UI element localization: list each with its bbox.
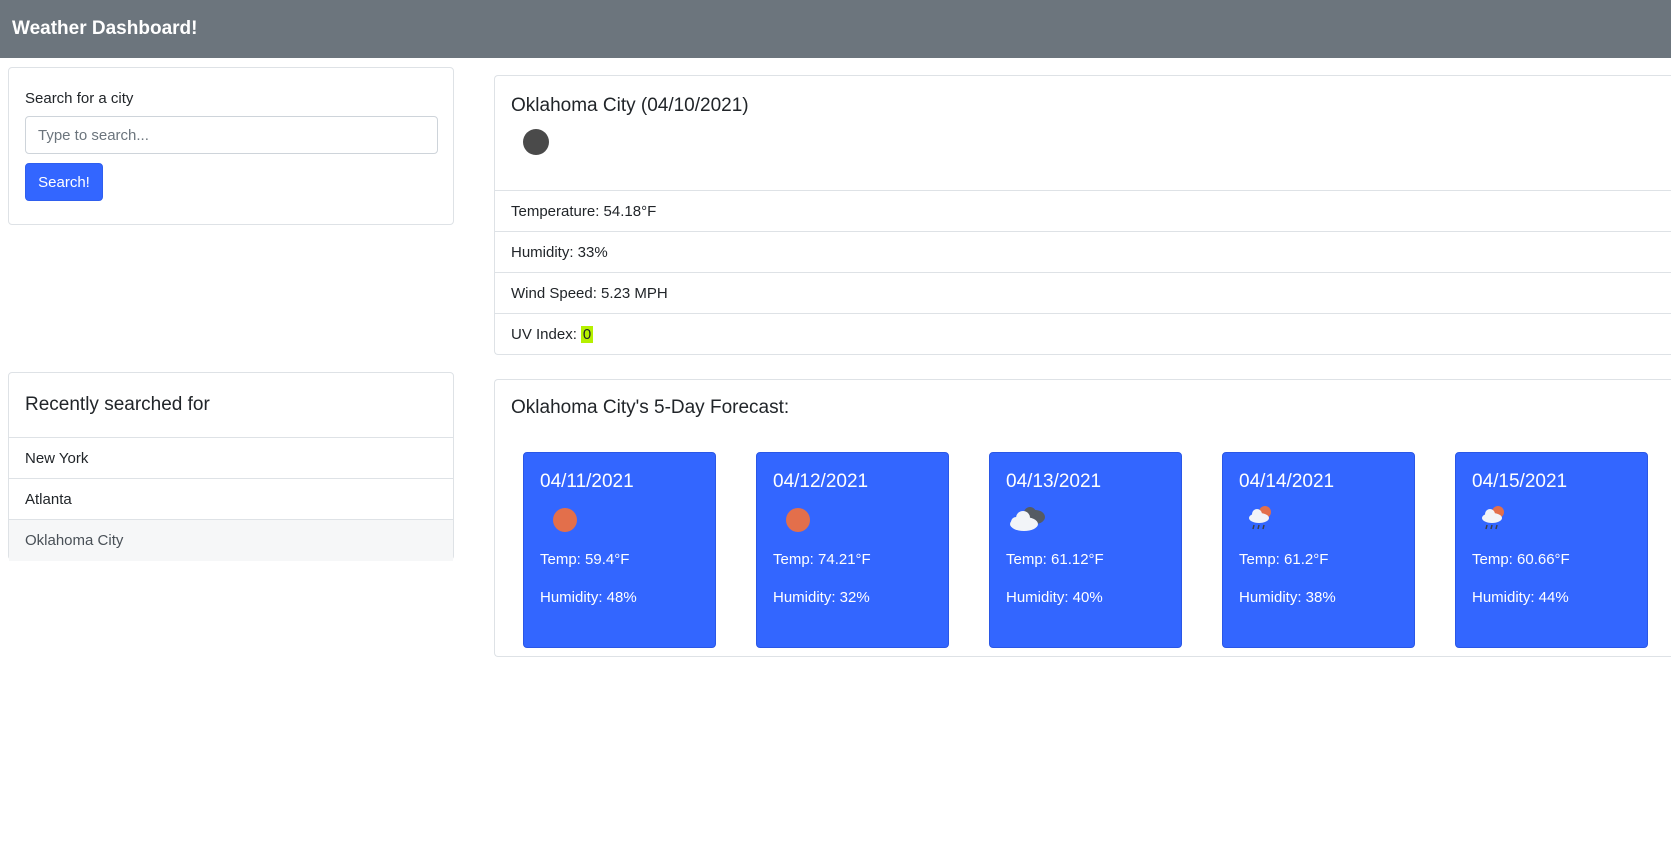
forecast-day-card: 04/11/2021 Temp: 59.4°F Humidity: 48%: [523, 452, 716, 648]
recent-item-new-york[interactable]: New York: [9, 438, 453, 479]
current-humidity: Humidity: 33%: [495, 232, 1671, 273]
recent-item-oklahoma-city[interactable]: Oklahoma City: [9, 520, 453, 561]
forecast-date: 04/12/2021: [773, 471, 869, 492]
forecast-day-card: 04/15/2021 Temp: 60.66°F Humidity: 44%: [1455, 452, 1648, 648]
search-input[interactable]: [25, 116, 438, 154]
recent-searches-title: Recently searched for: [25, 394, 210, 415]
forecast-date: 04/14/2021: [1239, 471, 1335, 492]
uv-index-label: UV Index:: [511, 326, 577, 343]
forecast-temp: Temp: 59.4°F: [540, 551, 630, 568]
sun-icon: [786, 508, 810, 532]
forecast-temp: Temp: 61.12°F: [1006, 551, 1104, 568]
forecast-temp: Temp: 61.2°F: [1239, 551, 1329, 568]
rain-sun-icon: [1482, 506, 1504, 530]
forecast-humidity: Humidity: 40%: [1006, 589, 1103, 606]
forecast-humidity: Humidity: 48%: [540, 589, 637, 606]
sun-icon: [553, 508, 577, 532]
forecast-humidity: Humidity: 32%: [773, 589, 870, 606]
current-temperature: Temperature: 54.18°F: [495, 191, 1671, 232]
search-label: Search for a city: [25, 90, 134, 107]
forecast-temp: Temp: 60.66°F: [1472, 551, 1570, 568]
current-wind-speed: Wind Speed: 5.23 MPH: [495, 273, 1671, 314]
forecast-date: 04/11/2021: [540, 471, 634, 492]
current-city-title: Oklahoma City (04/10/2021): [511, 95, 749, 116]
forecast-title: Oklahoma City's 5-Day Forecast:: [511, 397, 790, 418]
clouds-icon: [1010, 507, 1045, 531]
uv-index-badge: 0: [580, 326, 594, 343]
forecast-humidity: Humidity: 38%: [1239, 589, 1336, 606]
forecast-date: 04/13/2021: [1006, 471, 1102, 492]
recent-item-atlanta[interactable]: Atlanta: [9, 479, 453, 520]
recent-searches-card: Recently searched for New York Atlanta O…: [8, 372, 454, 561]
navbar: Weather Dashboard!: [0, 0, 1671, 58]
search-card: Search for a city Search!: [8, 67, 454, 225]
forecast-day-card: 04/12/2021 Temp: 74.21°F Humidity: 32%: [756, 452, 949, 648]
current-weather-header: Oklahoma City (04/10/2021): [495, 76, 1671, 191]
rain-sun-icon: [1249, 506, 1271, 530]
recent-searches-header: Recently searched for: [9, 373, 453, 438]
app-title: Weather Dashboard!: [12, 18, 198, 39]
forecast-day-card: 04/14/2021 Temp: 61.2°F Humidity: 38%: [1222, 452, 1415, 648]
forecast-date: 04/15/2021: [1472, 471, 1568, 492]
current-uv-index: UV Index: 0: [495, 314, 1671, 355]
forecast-card: Oklahoma City's 5-Day Forecast: 04/11/20…: [494, 379, 1671, 657]
search-button[interactable]: Search!: [25, 163, 103, 201]
current-weather-card: Oklahoma City (04/10/2021) Temperature: …: [494, 75, 1671, 355]
forecast-temp: Temp: 74.21°F: [773, 551, 871, 568]
forecast-day-card: 04/13/2021 Temp: 61.12°F Humidity: 40%: [989, 452, 1182, 648]
forecast-humidity: Humidity: 44%: [1472, 589, 1569, 606]
moon-icon: [523, 129, 549, 155]
